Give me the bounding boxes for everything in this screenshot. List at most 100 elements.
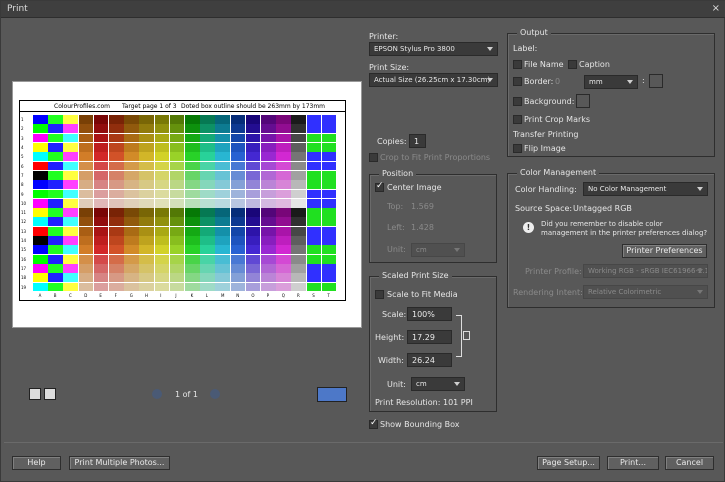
print-button[interactable]: Print... bbox=[607, 456, 659, 470]
color-patch bbox=[185, 170, 200, 180]
color-patch bbox=[276, 180, 291, 190]
flip-image-checkbox[interactable] bbox=[513, 144, 522, 153]
rotate-right-icon[interactable] bbox=[44, 388, 56, 400]
rendering-intent-value: Relative Colorimetric bbox=[588, 288, 662, 296]
crop-to-fit-checkbox[interactable] bbox=[369, 153, 378, 162]
color-patch bbox=[276, 189, 291, 199]
color-patch bbox=[124, 254, 139, 264]
color-patch bbox=[33, 170, 48, 180]
border-color-swatch[interactable] bbox=[649, 74, 663, 88]
color-patch bbox=[33, 142, 48, 152]
color-patch bbox=[261, 245, 276, 255]
column-letter: L bbox=[205, 293, 209, 298]
color-patch bbox=[154, 180, 170, 190]
color-patch bbox=[291, 208, 307, 217]
color-patch bbox=[154, 282, 170, 292]
background-color-swatch[interactable] bbox=[576, 94, 590, 108]
help-button[interactable]: Help bbox=[12, 456, 61, 470]
close-icon[interactable]: × bbox=[712, 3, 720, 14]
color-patch bbox=[93, 226, 109, 236]
color-patch bbox=[185, 208, 200, 217]
scale-input[interactable]: 100% bbox=[407, 307, 452, 321]
crop-marks-checkbox[interactable] bbox=[513, 115, 522, 124]
copies-input[interactable]: 1 bbox=[409, 134, 426, 148]
show-bounding-box-checkbox[interactable] bbox=[369, 418, 378, 429]
color-patch bbox=[33, 152, 48, 162]
color-patch bbox=[124, 264, 139, 273]
color-patch bbox=[33, 226, 48, 236]
color-patch bbox=[276, 245, 291, 255]
color-patch bbox=[33, 161, 48, 171]
color-patch bbox=[78, 264, 94, 273]
link-icon[interactable] bbox=[463, 331, 470, 340]
color-patch bbox=[124, 180, 139, 190]
label-heading: Label: bbox=[513, 44, 538, 53]
color-patch bbox=[291, 152, 307, 162]
center-image-checkbox[interactable] bbox=[375, 181, 384, 192]
position-unit-dropdown[interactable]: cm bbox=[411, 243, 465, 257]
print-size-dropdown[interactable]: Actual Size (26.25cm x 17.30cm) bbox=[369, 73, 498, 87]
color-patch bbox=[215, 282, 231, 292]
color-patch bbox=[78, 198, 94, 208]
border-checkbox[interactable] bbox=[513, 77, 522, 86]
fit-page-icon[interactable] bbox=[317, 387, 347, 402]
color-patch bbox=[321, 180, 337, 190]
color-patch bbox=[276, 208, 291, 217]
color-patch bbox=[78, 142, 94, 152]
color-patch bbox=[169, 236, 185, 245]
next-page-icon[interactable] bbox=[210, 389, 220, 399]
height-input[interactable]: 17.29 bbox=[407, 330, 452, 344]
color-patch bbox=[109, 124, 124, 134]
color-patch bbox=[109, 189, 124, 199]
color-patch bbox=[230, 245, 246, 255]
printer-value: EPSON Stylus Pro 3800 bbox=[374, 45, 455, 53]
copies-label: Copies: bbox=[377, 137, 407, 146]
show-bounding-box-label: Show Bounding Box bbox=[380, 420, 460, 429]
background-checkbox[interactable] bbox=[513, 97, 522, 106]
color-patch bbox=[200, 198, 215, 208]
color-handling-dropdown[interactable]: No Color Management bbox=[583, 182, 708, 196]
file-name-checkbox[interactable] bbox=[513, 60, 522, 69]
color-patch bbox=[291, 142, 307, 152]
color-patch bbox=[78, 282, 94, 292]
color-patch bbox=[230, 115, 246, 124]
color-patch bbox=[321, 198, 337, 208]
color-patch bbox=[245, 208, 261, 217]
color-note: Did you remember to disable color manage… bbox=[541, 220, 708, 237]
page-setup-button[interactable]: Page Setup... bbox=[537, 456, 600, 470]
border-unit-dropdown[interactable]: mm bbox=[584, 75, 638, 89]
border-value[interactable]: 0 bbox=[555, 77, 560, 86]
row-number: 2 bbox=[21, 126, 24, 132]
transfer-printing-heading: Transfer Printing bbox=[513, 130, 579, 139]
prev-page-icon[interactable] bbox=[152, 389, 162, 399]
color-patch bbox=[215, 198, 231, 208]
scale-to-fit-checkbox[interactable] bbox=[375, 290, 384, 299]
row-number: 1 bbox=[21, 117, 24, 122]
color-patch bbox=[63, 273, 79, 283]
color-patch bbox=[276, 161, 291, 171]
printer-preferences-button[interactable]: Printer Preferences bbox=[622, 244, 707, 258]
color-patch bbox=[63, 245, 79, 255]
color-patch bbox=[200, 133, 215, 143]
rotate-left-icon[interactable] bbox=[29, 388, 41, 400]
dialog-title: Print bbox=[7, 4, 28, 14]
width-input[interactable]: 26.24 bbox=[407, 353, 452, 367]
cancel-button[interactable]: Cancel bbox=[665, 456, 714, 470]
border-label: Border: bbox=[524, 77, 554, 86]
color-patch bbox=[33, 254, 48, 264]
printer-dropdown[interactable]: EPSON Stylus Pro 3800 bbox=[369, 42, 498, 56]
color-patch bbox=[230, 273, 246, 283]
color-patch bbox=[93, 133, 109, 143]
print-multiple-photos-button[interactable]: Print Multiple Photos... bbox=[69, 456, 170, 470]
color-patch bbox=[33, 124, 48, 134]
printer-profile-dropdown[interactable]: Working RGB - sRGB IEC61966-2.1 bbox=[583, 264, 708, 278]
row-number: 18 bbox=[21, 275, 27, 281]
rendering-intent-dropdown[interactable]: Relative Colorimetric bbox=[583, 285, 708, 299]
scaled-unit-dropdown[interactable]: cm bbox=[411, 377, 465, 391]
color-patch bbox=[245, 282, 261, 292]
color-patch bbox=[33, 282, 48, 292]
caption-checkbox[interactable] bbox=[568, 60, 577, 69]
print-size-label: Print Size: bbox=[369, 63, 410, 72]
color-patch bbox=[321, 142, 337, 152]
color-patch bbox=[48, 282, 63, 292]
